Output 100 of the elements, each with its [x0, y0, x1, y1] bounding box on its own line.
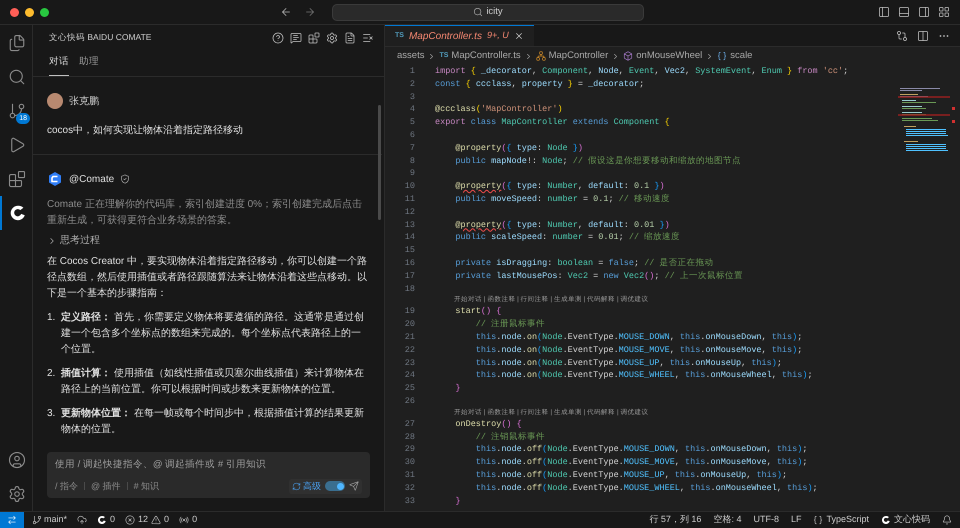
remote-button[interactable] — [0, 512, 24, 528]
line-number: 6 — [408, 129, 415, 142]
list-item-text: 插值计算： 使用插值（如线性插值或贝塞尔曲线插值）来计算物体在路径上的当前位置。你可以根据时间或步数来更新物体的位置。 — [61, 366, 365, 397]
antenna-icon — [179, 515, 190, 525]
clear-icon[interactable] — [362, 32, 374, 44]
layout-icon[interactable] — [938, 6, 950, 18]
line-number: 25 — [404, 382, 415, 395]
user-name: 张克鹏 — [69, 94, 99, 108]
panel-right-icon[interactable] — [918, 6, 930, 18]
index-notice: Comate 正在理解你的代码库，索引创建进度 0%；索引创建完成后点击重新生成，可获得更符合业务场景的答案。 — [47, 198, 364, 228]
forward-icon[interactable] — [304, 6, 316, 18]
chat-icon[interactable] — [290, 32, 302, 44]
line-number: 12 — [404, 206, 415, 219]
breadcrumb-item[interactable]: scale — [730, 48, 752, 64]
line-number: 18 — [404, 282, 415, 296]
thinking-toggle[interactable]: 思考过程 — [47, 233, 368, 248]
code-line: this.node.on(Node.EventType.MOUSE_WHEEL, this.onMouseWheel, this); — [474, 369, 813, 382]
line-number: 26 — [404, 394, 415, 408]
code-line: this.node.off(Node.EventType.MOUSE_DOWN, this.onMouseDown, this); — [474, 443, 808, 456]
help-icon[interactable] — [272, 32, 284, 44]
indentation-status[interactable]: 空格: 4 — [713, 513, 742, 527]
command-chip[interactable]: @ 插件 — [91, 480, 121, 493]
line-number: 30 — [404, 456, 415, 469]
breadcrumb-item[interactable]: assets — [397, 48, 424, 64]
branch-icon — [32, 515, 42, 525]
code-line: @property({ type: Number, default: 0.01 }) — [454, 218, 670, 232]
braces-icon — [717, 51, 728, 61]
line-number: 21 — [404, 330, 415, 344]
bell-icon[interactable] — [942, 515, 952, 525]
refresh-icon — [292, 482, 301, 491]
send-icon[interactable] — [349, 481, 359, 492]
split-editor-icon[interactable] — [917, 30, 929, 42]
cursor-position[interactable]: 行 57，列 16 — [649, 513, 702, 527]
code-line: @property({ type: Number, default: 0.1 }) — [454, 180, 665, 193]
command-center-search[interactable]: icity — [332, 4, 644, 20]
scrollbar-thumb[interactable] — [378, 105, 381, 220]
search-text: icity — [486, 4, 503, 19]
user-message: cocos中，如何实现让物体沿着指定路径移动 — [47, 124, 244, 138]
close-window-icon[interactable] — [10, 8, 19, 16]
search-icon — [8, 68, 26, 86]
tab-filename: MapController.ts — [408, 30, 482, 44]
comate-logo-icon — [8, 204, 26, 222]
breadcrumb-item[interactable]: onMouseWheel — [636, 48, 702, 64]
command-chip[interactable]: # 知识 — [134, 480, 160, 493]
line-number: 7 — [408, 142, 415, 155]
back-icon[interactable] — [280, 6, 292, 18]
line-number: 19 — [404, 305, 415, 318]
extensions-icon — [8, 170, 26, 188]
panel-bottom-icon[interactable] — [898, 6, 910, 18]
breadcrumb-item[interactable]: MapController.ts — [451, 48, 521, 64]
bot-name: @Comate — [69, 172, 114, 186]
hierarchy-icon — [536, 51, 546, 61]
comate-status[interactable]: 0 — [97, 513, 116, 527]
problems-status[interactable]: 12 0 — [125, 513, 170, 527]
chat-tab[interactable]: 对话 — [49, 54, 69, 76]
line-number: 13 — [404, 218, 415, 232]
line-ending-status[interactable]: LF — [790, 513, 802, 527]
shield-icon — [120, 174, 130, 184]
avatar-icon — [47, 93, 63, 109]
ports-status[interactable]: 0 — [179, 513, 198, 527]
comate-logo-icon — [47, 171, 63, 187]
line-number: 14 — [404, 231, 415, 244]
minimize-window-icon[interactable] — [25, 8, 34, 16]
line-number: 15 — [404, 244, 415, 257]
chat-tab[interactable]: 助理 — [79, 54, 99, 76]
line-number: 2 — [408, 78, 415, 91]
advanced-switch[interactable] — [325, 481, 345, 492]
cloud-icon[interactable] — [77, 515, 88, 525]
code-line: public scaleSpeed: number = 0.01; // 缩放速度 — [454, 231, 680, 244]
assistant-status[interactable]: 文心快码 — [881, 513, 930, 527]
chat-input[interactable]: 使用 / 调起快捷指令、@ 调起插件或 # 引用知识 / 指令 @ 插件 # 知识 高级 — [47, 452, 370, 498]
line-number: 1 — [408, 65, 415, 78]
code-line: onDestroy() { — [454, 418, 522, 430]
line-number: 32 — [404, 482, 415, 494]
tab-status: 9+, U — [486, 29, 509, 42]
code-line: this.node.off(Node.EventType.MOUSE_MOVE, this.onMouseMove, this); — [474, 456, 808, 469]
code-line: this.node.on(Node.EventType.MOUSE_DOWN, this.onMouseDown, this); — [474, 330, 802, 344]
input-field[interactable]: 使用 / 调起快捷指令、@ 调起插件或 # 引用知识 — [55, 458, 362, 472]
encoding-status[interactable]: UTF-8 — [753, 513, 779, 527]
code-line: public moveSpeed: number = 0.1; // 移动速度 — [454, 192, 670, 206]
language-status[interactable]: TypeScript — [813, 513, 869, 527]
list-number: 2. — [47, 367, 56, 381]
panel-left-icon[interactable] — [878, 6, 890, 18]
compare-icon[interactable] — [896, 30, 908, 42]
document-icon[interactable] — [344, 32, 356, 44]
command-chip[interactable]: / 指令 — [55, 480, 78, 493]
breadcrumb-item[interactable]: MapController — [548, 48, 608, 64]
code-line: // 注册鼠标事件 — [474, 318, 546, 331]
line-number: 8 — [408, 154, 415, 168]
close-icon[interactable] — [514, 31, 524, 41]
list-item-text: 更新物体位置： 在每一帧或每个时间步中，根据插值计算的结果更新物体的位置。 — [61, 406, 365, 437]
branch-status[interactable]: main* — [32, 513, 68, 527]
remote-icon — [7, 515, 17, 525]
plugins-icon[interactable] — [308, 32, 320, 44]
line-number: 28 — [404, 430, 415, 444]
settings-icon[interactable] — [326, 32, 338, 44]
list-item-text: 定义路径： 首先，你需要定义物体将要遵循的路径。这通常是通过创建一个包含多个坐标点的数组来完成的。每个坐标点代表路径上的一个位置。 — [61, 310, 365, 357]
maximize-window-icon[interactable] — [40, 8, 49, 16]
code-line: @property({ type: Node }) — [454, 142, 583, 155]
line-number: 5 — [408, 116, 415, 129]
